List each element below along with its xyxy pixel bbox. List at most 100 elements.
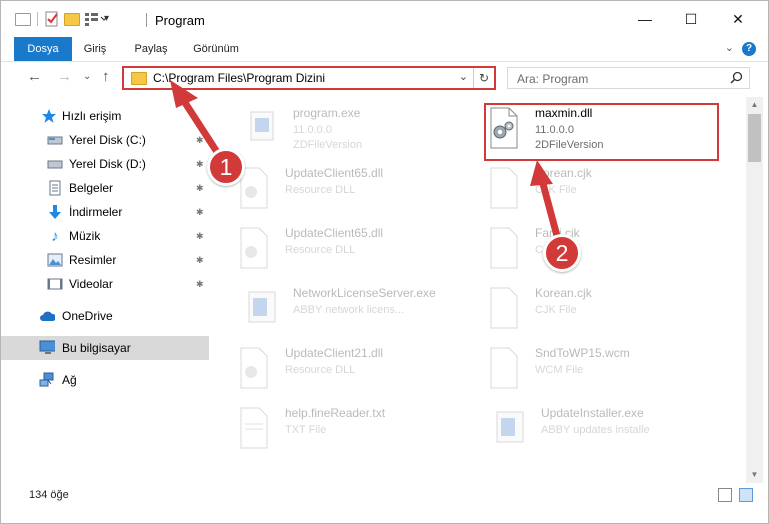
ribbon-expand-icon[interactable]: ⌄ — [725, 41, 734, 54]
file-item[interactable]: UpdateClient65.dll Resource DLL — [221, 220, 451, 276]
file-name: Korean.cjk — [535, 286, 592, 300]
sidebar-item-label: Bu bilgisayar — [62, 341, 131, 355]
sidebar-item-downloads[interactable]: İndirmeler ✱ — [1, 200, 209, 224]
pin-icon: ✱ — [196, 278, 204, 289]
exe-blue-icon — [491, 406, 527, 450]
sidebar-item-documents[interactable]: Belgeler ✱ — [1, 176, 209, 200]
navigation-pane: Hızlı erişim Yerel Disk (C:) ✱ Yerel Dis… — [1, 94, 211, 483]
music-icon: ♪ — [51, 227, 59, 245]
tab-file[interactable]: Dosya — [14, 37, 72, 61]
sidebar-item-disk-c[interactable]: Yerel Disk (C:) ✱ — [1, 128, 209, 152]
search-box[interactable]: Ara: Program — [507, 67, 750, 89]
sidebar-item-label: Belgeler — [69, 181, 114, 195]
tab-home[interactable]: Giriş — [79, 37, 111, 61]
file-item[interactable]: UpdateInstaller.exe ABBY updates install… — [477, 400, 707, 456]
address-dropdown-icon[interactable]: ⌄ — [459, 70, 468, 83]
file-name: NetworkLicenseServer.exe — [293, 286, 436, 300]
large-icons-view-icon[interactable] — [739, 488, 753, 502]
refresh-icon[interactable]: ↻ — [473, 68, 494, 88]
file-item[interactable]: help.fineReader.txt TXT File — [221, 400, 451, 456]
pin-icon: ✱ — [196, 206, 204, 217]
sidebar-item-pictures[interactable]: Resimler ✱ — [1, 248, 209, 272]
sidebar-item-quick-access[interactable]: Hızlı erişim — [1, 104, 209, 128]
file-item[interactable]: program.exe 11.0.0.0 ZDFileVersion — [229, 100, 459, 156]
qat-dropdown-icon[interactable]: ▾ — [104, 11, 120, 27]
file-item[interactable]: Korean.cjk CJK File — [471, 280, 701, 336]
file-detail: Resource DLL — [285, 184, 356, 196]
download-icon — [47, 204, 63, 220]
new-folder-icon[interactable] — [64, 11, 80, 27]
file-item[interactable]: UpdateClient65.dll Resource DLL — [221, 160, 451, 216]
pin-icon: ✱ — [196, 230, 204, 241]
sidebar-item-onedrive[interactable]: OneDrive — [1, 304, 209, 328]
computer-icon — [39, 340, 55, 356]
vertical-scrollbar[interactable]: ▲ ▼ — [746, 97, 763, 483]
file-name: help.fineReader.txt — [285, 406, 386, 420]
tab-share[interactable]: Paylaş — [131, 37, 171, 61]
properties-check-icon[interactable] — [44, 11, 60, 27]
address-bar[interactable]: C:\Program Files\Program Dizini ⌄ ↻ — [122, 66, 496, 90]
help-icon[interactable]: ? — [742, 42, 756, 56]
explorer-window: ▾ Program — ☐ ✕ Dosya Giriş Paylaş Görün… — [0, 0, 769, 524]
txt-icon — [235, 406, 271, 450]
title-bar: ▾ Program — ☐ ✕ — [1, 1, 768, 37]
close-button[interactable]: ✕ — [715, 1, 761, 37]
scrollbar-thumb[interactable] — [748, 114, 761, 162]
minimize-button[interactable]: — — [622, 1, 668, 37]
sidebar-item-videos[interactable]: Videolar ✱ — [1, 272, 209, 296]
file-list: program.exe 11.0.0.0 ZDFileVersion maxmi… — [221, 94, 744, 483]
network-icon — [39, 372, 55, 388]
file-detail: ZDFileVersion — [293, 139, 363, 151]
file-item[interactable]: Korean.cjk CJK File — [471, 160, 701, 216]
sidebar-item-disk-d[interactable]: Yerel Disk (D:) ✱ — [1, 152, 209, 176]
scroll-up-icon[interactable]: ▲ — [746, 97, 763, 113]
sidebar-item-label: Ağ — [62, 373, 77, 387]
ribbon-tabs: Dosya Giriş Paylaş Görünüm ⌄ ? — [1, 37, 768, 62]
file-detail: CJK File — [535, 304, 577, 316]
pin-icon: ✱ — [196, 158, 204, 169]
status-bar: 134 öğe — [1, 484, 768, 508]
file-item[interactable]: NetworkLicenseServer.exe ABBY network li… — [229, 280, 459, 336]
search-icon[interactable] — [730, 71, 743, 87]
dll-icon — [235, 226, 271, 270]
file-name: UpdateClient65.dll — [285, 166, 384, 180]
quick-access-toolbar: ▾ — [15, 11, 120, 27]
address-path[interactable]: C:\Program Files\Program Dizini — [153, 71, 325, 85]
file-name: UpdateClient21.dll — [285, 346, 384, 360]
sidebar-item-network[interactable]: Ağ — [1, 368, 209, 392]
file-detail: ABBY updates installe — [541, 424, 650, 436]
details-view-icon[interactable] — [718, 488, 732, 502]
file-detail: ABBY network licens... — [293, 304, 405, 316]
drive-icon — [47, 156, 63, 172]
title-separator — [146, 13, 147, 27]
exe-blue-icon — [243, 286, 279, 330]
folder-icon — [131, 71, 147, 85]
sidebar-item-label: Müzik — [69, 229, 101, 243]
file-item[interactable]: SndToWP15.wcm WCM File — [471, 340, 701, 396]
search-placeholder[interactable]: Ara: Program — [517, 72, 588, 86]
forward-arrow-icon[interactable]: → — [57, 68, 72, 85]
sidebar-item-label: OneDrive — [62, 309, 113, 323]
back-arrow-icon[interactable]: ← — [27, 68, 42, 85]
file-item[interactable]: Farsi.cjk CJK File — [471, 220, 701, 276]
file-item[interactable]: UpdateClient21.dll Resource DLL — [221, 340, 451, 396]
sidebar-item-label: Yerel Disk (D:) — [69, 157, 146, 171]
sidebar-item-label: Yerel Disk (C:) — [69, 133, 146, 147]
file-detail: 11.0.0.0 — [293, 124, 332, 136]
file-name: Korean.cjk — [535, 166, 592, 180]
sidebar-item-music[interactable]: ♪ Müzik ✱ — [1, 224, 209, 248]
sidebar-item-this-pc[interactable]: Bu bilgisayar — [1, 336, 209, 360]
file-detail: TXT File — [285, 424, 327, 436]
scroll-down-icon[interactable]: ▼ — [746, 467, 763, 483]
file-detail: WCM File — [535, 364, 584, 376]
recent-locations-icon[interactable]: ⌄ — [83, 71, 91, 82]
tab-view[interactable]: Görünüm — [189, 37, 243, 61]
videos-icon — [47, 276, 63, 292]
file-name: UpdateClient65.dll — [285, 226, 384, 240]
maximize-button[interactable]: ☐ — [668, 1, 714, 37]
up-arrow-icon[interactable]: ↑ — [102, 68, 110, 85]
sidebar-item-label: Videolar — [69, 277, 113, 291]
pin-icon: ✱ — [196, 254, 204, 265]
pin-icon: ✱ — [196, 134, 204, 145]
customize-qat-icon[interactable] — [84, 11, 108, 27]
